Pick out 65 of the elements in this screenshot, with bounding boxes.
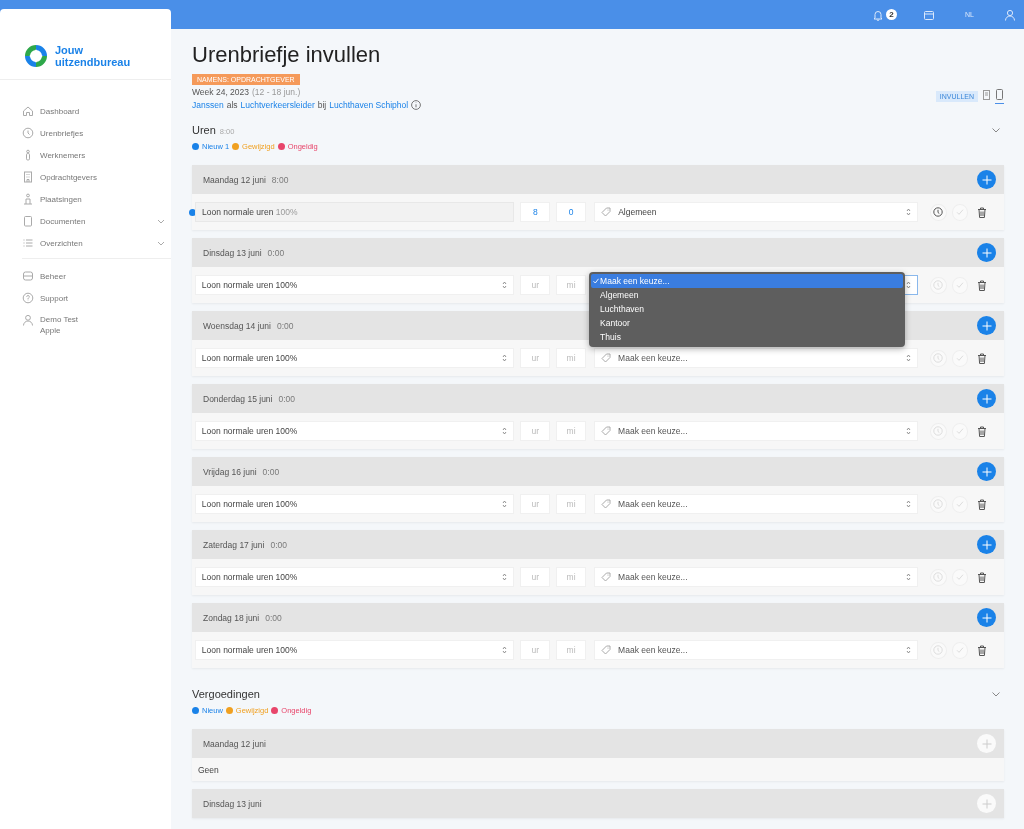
day-title: Zaterdag 17 juni [203, 539, 265, 550]
day-total: 0:00 [278, 393, 296, 404]
day-total: 0:00 [276, 320, 294, 331]
dropdown-option[interactable]: Algemeen [591, 288, 904, 302]
link[interactable]: Luchthaven Schiphol [329, 100, 409, 110]
minutes-field[interactable]: mi [556, 348, 587, 368]
day-title: Dinsdag 13 juni [203, 798, 262, 809]
section-title: Uren [192, 124, 216, 136]
sidebar-item[interactable]: Overzichten [0, 232, 171, 254]
day-title: Donderdag 15 juni [203, 393, 273, 404]
location-select[interactable]: Maak een keuze... [594, 421, 919, 441]
dropdown-option[interactable]: Maak een keuze... [591, 274, 904, 288]
day-title: Vrijdag 16 juni [203, 466, 257, 477]
location-select[interactable]: Maak een keuze... [594, 348, 919, 368]
date-range: (12 - 18 jun.) [252, 87, 301, 97]
sidebar-item[interactable]: Beheer [22, 265, 171, 287]
type-select[interactable]: Loon normale uren 100% [194, 348, 515, 368]
type-select[interactable]: Loon normale uren 100% [194, 275, 515, 295]
day-title: Maandag 12 juni [203, 174, 266, 185]
day-total: 0:00 [270, 539, 287, 550]
type-field: Loon normale uren 100% [195, 202, 515, 222]
assignment-text: als [226, 100, 238, 110]
link[interactable]: Janssen [192, 100, 224, 110]
sidebar-item[interactable]: Plaatsingen [0, 188, 171, 210]
minutes-field[interactable]: 0 [556, 202, 587, 222]
minutes-field[interactable]: mi [556, 640, 587, 660]
sidebar-item[interactable]: Opdrachtgevers [0, 166, 171, 188]
type-select[interactable]: Loon normale uren 100% [194, 640, 515, 660]
day-total: 0:00 [262, 466, 280, 477]
day-title: Zondag 18 juni [203, 612, 260, 623]
link[interactable]: Luchtverkeersleider [240, 100, 315, 110]
location-select[interactable]: Maak een keuze... [594, 494, 919, 514]
minutes-field[interactable]: mi [556, 567, 587, 587]
minutes-field[interactable]: mi [556, 494, 587, 514]
dropdown-option[interactable]: Luchthaven [591, 302, 904, 316]
section-title: Vergoedingen [192, 688, 260, 700]
page-title: Urenbriefje invullen [192, 42, 382, 68]
dropdown-option[interactable]: Thuis [591, 330, 904, 344]
sidebar-item[interactable]: Werknemers [0, 144, 171, 166]
location-select[interactable]: Maak een keuze... [594, 640, 919, 660]
type-select[interactable]: Loon normale uren 100% [194, 567, 515, 587]
week-label: Week 24, 2023 [192, 87, 250, 97]
day-title: Woensdag 14 juni [203, 320, 271, 331]
location-select[interactable]: Maak een keuze... [594, 567, 919, 587]
sidebar-item[interactable]: Documenten [0, 210, 171, 232]
minutes-field[interactable]: mi [556, 275, 587, 295]
day-title: Maandag 12 juni [203, 738, 266, 749]
sidebar-item[interactable]: Support [22, 287, 171, 309]
dropdown-option[interactable]: Kantoor [591, 316, 904, 330]
day-total: 8:00 [271, 174, 289, 185]
sidebar-item[interactable]: Demo Test Apple [22, 309, 171, 336]
assignment-text: bij [317, 100, 327, 110]
type-select[interactable]: Loon normale uren 100% [194, 421, 515, 441]
day-total: 0:00 [265, 612, 282, 623]
sidebar-item[interactable]: Urenbriefjes [0, 122, 171, 144]
sidebar-item[interactable]: Dashboard [0, 100, 171, 122]
type-select[interactable]: Loon normale uren 100% [194, 494, 515, 514]
location-select[interactable]: Algemeen [594, 202, 919, 222]
empty-text: Geen [192, 758, 1004, 781]
logo-text: Jouw uitzendbureau [55, 43, 131, 68]
day-title: Dinsdag 13 juni [203, 247, 262, 258]
day-total: 0:00 [267, 247, 285, 258]
hours-field[interactable]: 8 [520, 202, 551, 222]
minutes-field[interactable]: mi [556, 421, 587, 441]
notification-badge: 2 [886, 9, 898, 20]
